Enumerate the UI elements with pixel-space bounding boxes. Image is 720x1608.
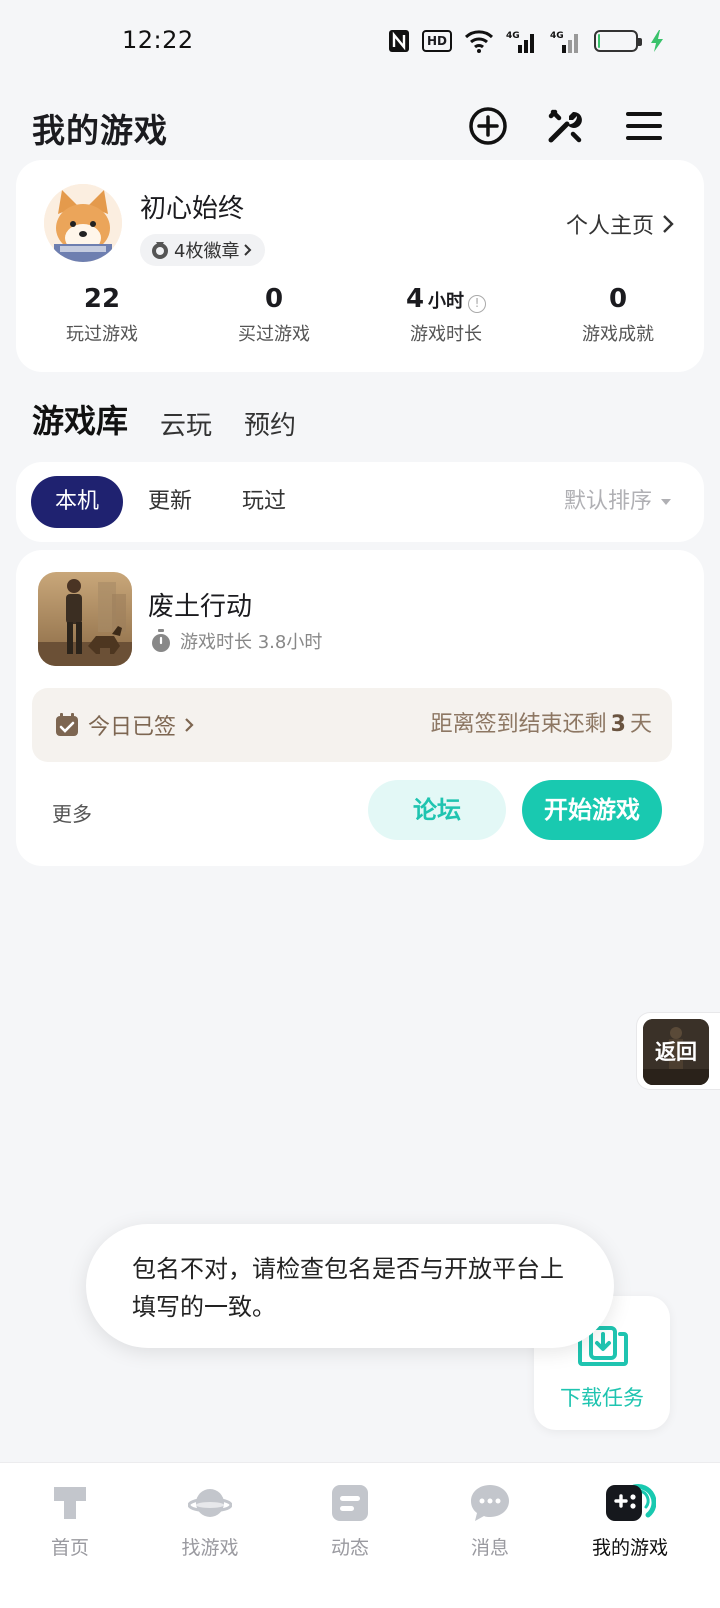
battery-icon — [594, 28, 642, 54]
tab-cloud-play[interactable]: 云玩 — [160, 405, 212, 442]
stat-achievements[interactable]: 0 游戏成就 — [532, 284, 704, 346]
tab-label: 游戏库 — [32, 402, 129, 440]
chevron-right-icon — [185, 718, 194, 732]
wifi-icon — [464, 28, 494, 54]
playtime: 游戏时长 3.8小时 — [150, 628, 322, 654]
feed-icon — [332, 1485, 368, 1521]
badge-count: 4枚徽章 — [174, 241, 240, 262]
signal-icon-1: 4G — [506, 28, 538, 54]
countdown-prefix: 距离签到结束还剩 — [430, 712, 607, 737]
menu-button[interactable] — [622, 104, 666, 148]
nfc-icon — [388, 28, 410, 54]
message-icon — [471, 1485, 509, 1521]
signal-icon-2: 4G — [550, 28, 582, 54]
nav-label: 首页 — [50, 1537, 89, 1559]
nav-my-games[interactable]: 我的游戏 — [560, 1463, 700, 1608]
game-card: 废土行动 游戏时长 3.8小时 今日已签 距离签到结束还剩 3 天 更多 论坛 开始… — [16, 550, 704, 866]
svg-text:4G: 4G — [550, 31, 564, 41]
status-time: 12:22 — [122, 26, 194, 54]
stat-label: 游戏时长 — [410, 324, 482, 345]
more-button[interactable]: 更多 — [52, 798, 92, 827]
status-icons: HD 4G 4G — [388, 28, 664, 54]
info-icon[interactable]: ! — [468, 295, 487, 313]
bottom-nav: 首页 找游戏 动态 消息 我的游戏 — [0, 1462, 720, 1608]
checkin-label: 今日已签 — [88, 715, 177, 740]
game-name: 废土行动 — [148, 592, 253, 622]
forum-button[interactable]: 论坛 — [368, 780, 506, 840]
game-icon[interactable] — [38, 572, 132, 666]
filter-bar: 本机 更新 玩过 默认排序 — [16, 462, 704, 542]
page-title: 我的游戏 — [32, 111, 168, 150]
countdown-days: 3 — [610, 712, 626, 737]
svg-text:4G: 4G — [506, 31, 520, 41]
tab-library[interactable]: 游戏库 — [32, 396, 129, 442]
homepage-label: 个人主页 — [565, 214, 654, 239]
stat-playtime[interactable]: 4 小时! 游戏时长 — [360, 284, 532, 346]
add-circle-icon — [469, 107, 507, 145]
float-back-button[interactable]: 返回 — [636, 1012, 720, 1090]
screen: 12:22 HD 4G 4G 我的游戏 初心始终 4枚徽章 个人主页 22 玩过… — [0, 0, 720, 1608]
section-tabs: 游戏库 云玩 预约 — [32, 392, 296, 442]
status-bar: 12:22 HD 4G 4G — [0, 0, 720, 84]
download-task-label: 下载任务 — [560, 1386, 644, 1410]
filter-played[interactable]: 玩过 — [242, 476, 286, 528]
checkin-status[interactable]: 今日已签 — [54, 688, 194, 762]
stat-label: 买过游戏 — [238, 324, 310, 345]
stopwatch-icon — [152, 629, 170, 652]
stat-label: 游戏成就 — [582, 324, 654, 345]
filter-local[interactable]: 本机 — [31, 476, 124, 528]
nav-label: 找游戏 — [181, 1537, 239, 1559]
float-back-label: 返回 — [655, 1040, 697, 1064]
checkin-countdown: 距离签到结束还剩 3 天 — [431, 688, 652, 762]
calendar-check-icon — [56, 713, 78, 736]
nav-label: 我的游戏 — [591, 1537, 668, 1559]
home-icon — [54, 1487, 86, 1519]
nav-label: 动态 — [330, 1537, 369, 1559]
planet-icon — [188, 1489, 232, 1517]
add-game-button[interactable] — [466, 104, 510, 148]
filter-updates[interactable]: 更新 — [148, 476, 192, 528]
shiba-avatar-icon — [44, 184, 122, 262]
stat-played[interactable]: 22 玩过游戏 — [16, 284, 188, 346]
nav-label: 消息 — [470, 1537, 509, 1559]
page-header: 我的游戏 — [0, 84, 720, 164]
wasteland-game-icon — [38, 572, 132, 666]
gamepad-icon — [606, 1484, 656, 1521]
caret-down-icon — [661, 499, 671, 505]
menu-icon — [626, 112, 662, 140]
stat-value: 22 — [83, 284, 121, 314]
charging-icon — [650, 28, 664, 54]
homepage-link[interactable]: 个人主页 — [566, 208, 674, 240]
nav-messages[interactable]: 消息 — [420, 1463, 560, 1608]
stat-value: 0 — [608, 284, 628, 314]
stat-label: 玩过游戏 — [66, 324, 138, 345]
nav-home[interactable]: 首页 — [0, 1463, 140, 1608]
stats-row: 22 玩过游戏 0 买过游戏 4 小时! 游戏时长 0 游戏成就 — [16, 284, 704, 346]
hd-icon: HD — [421, 30, 452, 52]
stat-unit: 小时 — [428, 291, 465, 312]
countdown-suffix: 天 — [629, 712, 652, 737]
tools-button[interactable] — [543, 104, 587, 148]
sort-label: 默认排序 — [563, 489, 652, 514]
tab-reservations[interactable]: 预约 — [244, 405, 296, 442]
medal-icon — [152, 242, 168, 259]
stat-value: 0 — [264, 284, 284, 314]
avatar[interactable] — [44, 184, 122, 262]
tools-icon — [548, 109, 582, 143]
start-game-button[interactable]: 开始游戏 — [522, 780, 662, 840]
stat-bought[interactable]: 0 买过游戏 — [188, 284, 360, 346]
checkin-bar[interactable]: 今日已签 距离签到结束还剩 3 天 — [32, 688, 672, 762]
sort-select[interactable]: 默认排序 — [564, 476, 672, 528]
stat-value: 4 小时! — [360, 284, 532, 314]
toast-message: 包名不对，请检查包名是否与开放平台上填写的一致。 — [86, 1224, 614, 1348]
chevron-right-icon — [663, 215, 674, 233]
nav-discover[interactable]: 找游戏 — [140, 1463, 280, 1608]
username: 初心始终 — [140, 194, 245, 224]
profile-card: 初心始终 4枚徽章 个人主页 22 玩过游戏 0 买过游戏 4小时! 游戏时长 — [16, 160, 704, 372]
nav-feed[interactable]: 动态 — [280, 1463, 420, 1608]
chevron-right-icon — [244, 244, 252, 256]
badge-pill[interactable]: 4枚徽章 — [140, 234, 266, 266]
playtime-label: 游戏时长 3.8小时 — [180, 632, 323, 653]
